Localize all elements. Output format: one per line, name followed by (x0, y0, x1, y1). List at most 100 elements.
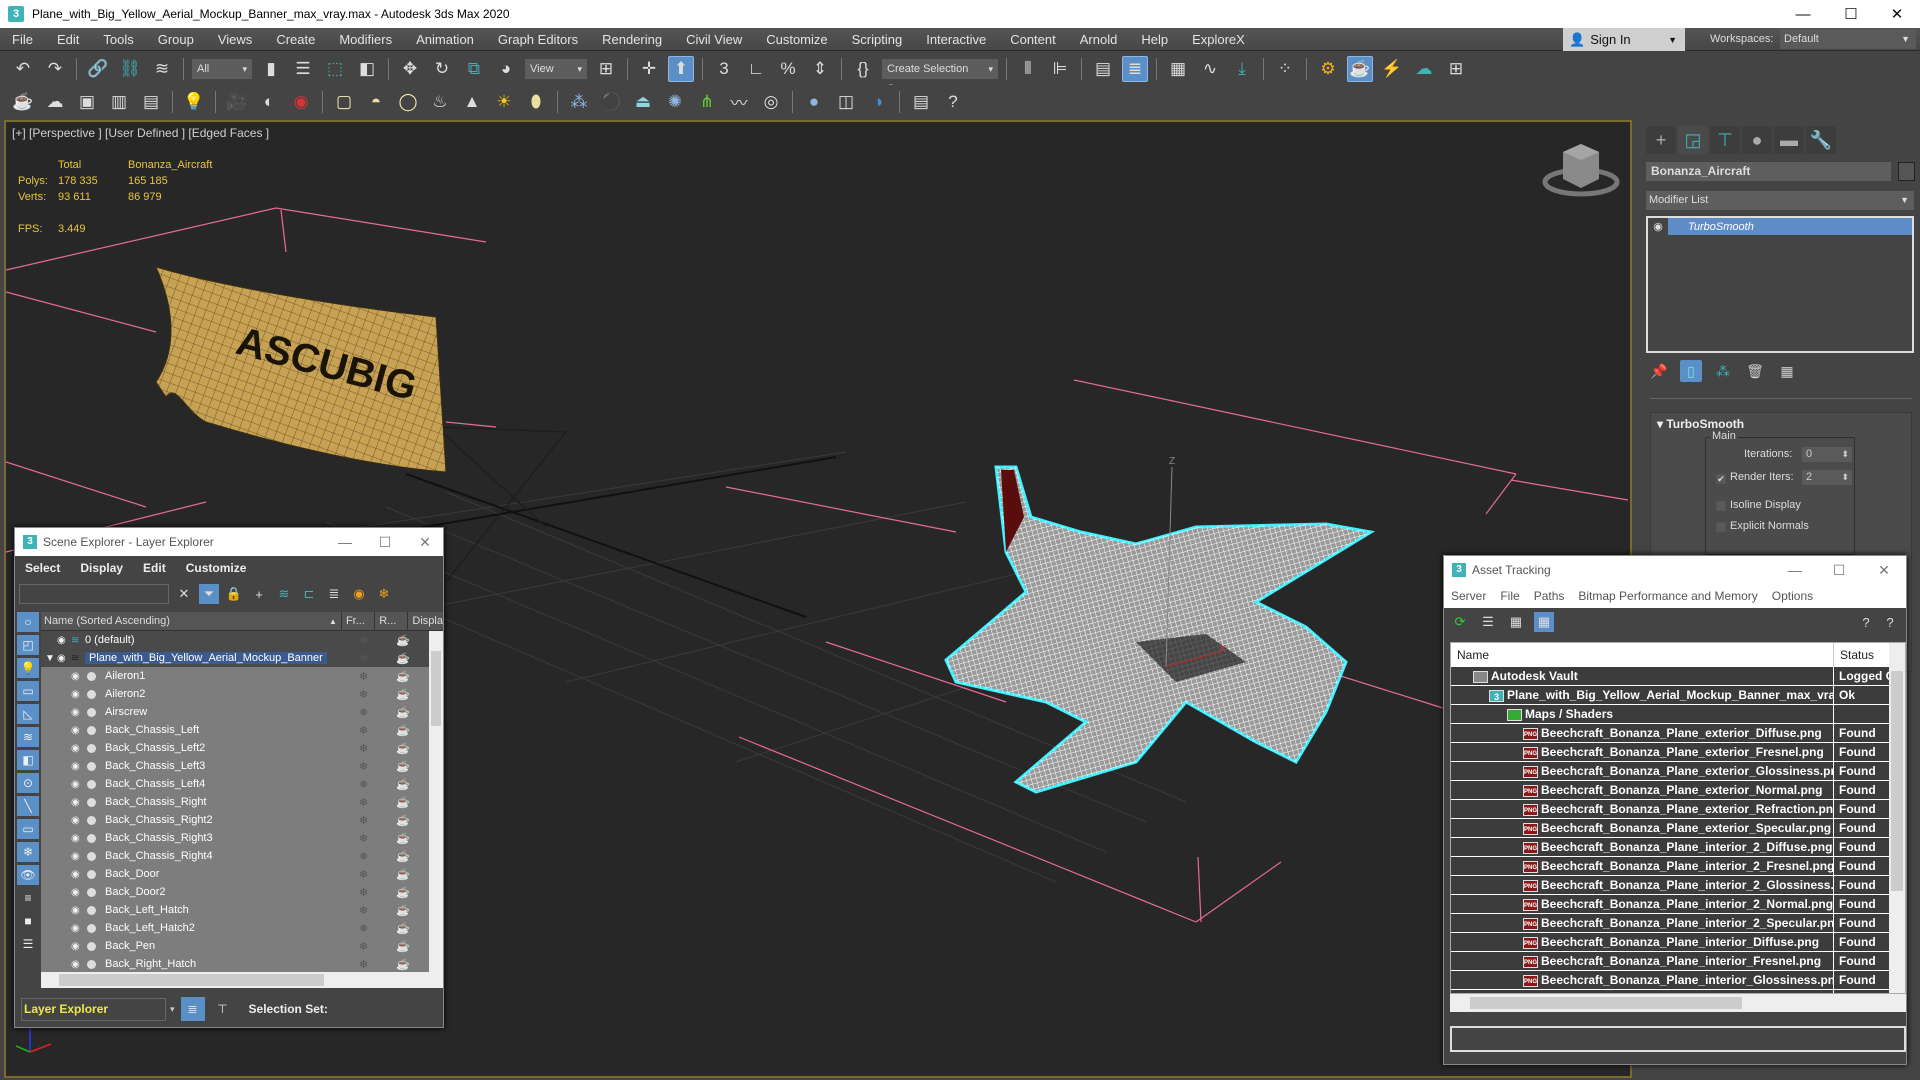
asset-row[interactable]: PNG Beechcraft_Bonanza_Plane_interior_2_F… (1451, 857, 1905, 876)
thumbnail-view-icon[interactable]: ▦ (1506, 612, 1526, 632)
freeze-icon[interactable]: ❄ (359, 742, 368, 755)
chevron-down-icon[interactable]: ▾ (170, 1004, 175, 1015)
scrollbar-thumb[interactable] (59, 974, 324, 986)
asset-row[interactable]: PNG Beechcraft_Bonanza_Plane_interior_Dif… (1451, 933, 1905, 952)
configure-modifier-sets-icon[interactable]: ▦ (1776, 360, 1798, 382)
iterations-spinner[interactable]: 0 (1802, 447, 1852, 462)
eye-icon[interactable]: ◉ (71, 797, 80, 808)
toggle-scene-explorer-icon[interactable]: ▤ (1090, 56, 1116, 82)
object-name[interactable]: Back_Chassis_Right4 (105, 850, 213, 862)
eye-icon[interactable]: ◉ (71, 815, 80, 826)
layer-name[interactable]: Plane_with_Big_Yellow_Aerial_Mockup_Bann… (85, 652, 327, 664)
asset-row[interactable]: PNG Beechcraft_Bonanza_Plane_exterior_Glo… (1451, 762, 1905, 781)
eye-icon[interactable]: ◉ (71, 689, 80, 700)
asset-row[interactable]: 3 Plane_with_Big_Yellow_Aerial_Mockup_Ban… (1451, 686, 1905, 705)
render-iters-spinner[interactable]: 2 (1802, 470, 1852, 485)
display-none-icon[interactable]: ■ (17, 911, 39, 931)
keyboard-shortcut-override-icon[interactable]: ⬆ (668, 55, 694, 82)
menu-customize[interactable]: Customize (176, 561, 257, 575)
hidden-filter-icon[interactable]: 👁 (17, 865, 39, 885)
vray-hair-icon[interactable]: 〰 (726, 89, 752, 115)
table-view-icon[interactable]: ▦ (1534, 612, 1554, 632)
column-name[interactable]: Name (Sorted Ascending) (41, 612, 341, 631)
column-frozen[interactable]: Fr... (340, 612, 374, 630)
frozen-filter-icon[interactable]: ❄ (17, 842, 39, 862)
object-name[interactable]: Back_Left_Hatch (105, 904, 189, 916)
renderable-icon[interactable]: ☕ (396, 742, 410, 755)
eye-icon[interactable]: ◉ (57, 635, 66, 646)
freeze-icon[interactable]: ❄ (359, 670, 368, 683)
display-all-icon[interactable]: ≡ (17, 888, 39, 908)
renderable-icon[interactable]: ☕ (396, 832, 410, 845)
renderable-icon[interactable]: ☕ (396, 868, 410, 881)
freeze-icon[interactable]: ❄ (359, 760, 368, 773)
object-name[interactable]: Back_Door2 (105, 886, 166, 898)
eye-icon[interactable]: ◉ (1648, 218, 1668, 235)
object-name[interactable]: Back_Right_Hatch (105, 958, 196, 970)
eye-icon[interactable]: ◉ (71, 869, 80, 880)
object-name[interactable]: Back_Chassis_Left4 (105, 778, 205, 790)
renderable-icon[interactable]: ☕ (396, 814, 410, 827)
asset-row[interactable]: PNG Beechcraft_Bonanza_Plane_interior_2_N… (1451, 895, 1905, 914)
layers-mode-icon[interactable]: ≣ (180, 997, 205, 1021)
select-manipulate-icon[interactable]: ✛ (636, 56, 662, 82)
vray-ox-icon[interactable]: ◎ (758, 89, 784, 115)
freeze-icon[interactable]: ❄ (359, 922, 368, 935)
freeze-icon[interactable]: ❄ (359, 850, 368, 863)
list-view-icon[interactable]: ☰ (1478, 612, 1498, 632)
eye-icon[interactable]: ◉ (71, 905, 80, 916)
snaps-toggle-icon[interactable]: 3 (711, 56, 737, 82)
display-tab-icon[interactable]: ▬ (1774, 126, 1804, 154)
render-production-icon[interactable]: ⚡ (1379, 56, 1405, 82)
object-row[interactable]: ◉ Back_Pen ❄ ☕ (41, 937, 443, 955)
object-name[interactable]: Back_Chassis_Left3 (105, 760, 205, 772)
menu-edit[interactable]: Edit (133, 561, 176, 575)
object-name[interactable]: Airscrew (105, 706, 147, 718)
create-layer-icon[interactable]: + (249, 584, 269, 604)
material-editor-icon[interactable]: ⁘ (1272, 56, 1298, 82)
object-row[interactable]: ◉ Back_Right_Hatch ❄ ☕ (41, 955, 443, 972)
vray-fur-icon[interactable]: ✺ (662, 89, 688, 115)
menu-server[interactable]: Server (1444, 589, 1493, 603)
horizontal-scrollbar[interactable] (41, 972, 443, 988)
object-row[interactable]: ◉ Aileron2 ❄ ☕ (41, 685, 443, 703)
object-name[interactable]: Back_Left_Hatch2 (105, 922, 195, 934)
render-setup-icon[interactable]: ⚙ (1315, 56, 1341, 82)
eye-icon[interactable]: ◉ (71, 959, 80, 970)
close-button[interactable]: ✕ (1864, 556, 1904, 584)
freeze-icon[interactable]: ❄ (359, 796, 368, 809)
renderable-icon[interactable]: ☕ (396, 796, 410, 809)
help-icon[interactable]: ? (1880, 612, 1900, 632)
edit-named-selection-icon[interactable]: {} (850, 56, 876, 82)
object-row[interactable]: ◉ Back_Left_Hatch2 ❄ ☕ (41, 919, 443, 937)
freeze-icon[interactable]: ❄ (359, 832, 368, 845)
named-selection-dropdown[interactable]: Create Selection Se (882, 58, 998, 95)
menu-interactive[interactable]: Interactive (914, 28, 998, 51)
renderable-icon[interactable]: ☕ (396, 904, 410, 917)
viewport-label-menu[interactable]: [+] [Perspective ] [User Defined ] [Edge… (12, 126, 269, 140)
column-display[interactable]: Displa (407, 612, 443, 630)
light-lister-icon[interactable]: 💡 (181, 89, 207, 115)
scrollbar-thumb[interactable] (1470, 997, 1742, 1009)
menu-modifiers[interactable]: Modifiers (327, 28, 404, 51)
scale-icon[interactable]: ⧉ (461, 56, 487, 82)
hide-layer-icon[interactable]: ◉ (349, 584, 369, 604)
cameras-filter-icon[interactable]: ▭ (17, 681, 39, 701)
toggle-ribbon-icon[interactable]: ▦ (1165, 56, 1191, 82)
geometry-filter-icon[interactable]: ○ (17, 612, 39, 632)
renderable-icon[interactable]: ☕ (396, 922, 410, 935)
asset-row[interactable]: PNG Beechcraft_Bonanza_Plane_interior_2_D… (1451, 838, 1905, 857)
object-color-swatch[interactable] (1898, 162, 1915, 181)
panel-icon[interactable]: ▥ (106, 89, 132, 115)
explorer-type-dropdown[interactable]: Layer Explorer (21, 997, 166, 1021)
maximize-button[interactable]: ☐ (1828, 0, 1874, 28)
asset-path-field[interactable] (1450, 1026, 1906, 1052)
lights-filter-icon[interactable]: 💡 (17, 658, 39, 678)
freeze-icon[interactable]: ❄ (359, 778, 368, 791)
vray-material-icon[interactable]: ◫ (833, 89, 859, 115)
hierarchy-icon[interactable]: ⊏ (299, 584, 319, 604)
renderable-icon[interactable]: ☕ (396, 886, 410, 899)
freeze-icon[interactable]: ❄ (359, 904, 368, 917)
scrollbar-thumb[interactable] (431, 651, 441, 726)
workspaces-dropdown[interactable]: Default ▼ (1780, 30, 1916, 49)
